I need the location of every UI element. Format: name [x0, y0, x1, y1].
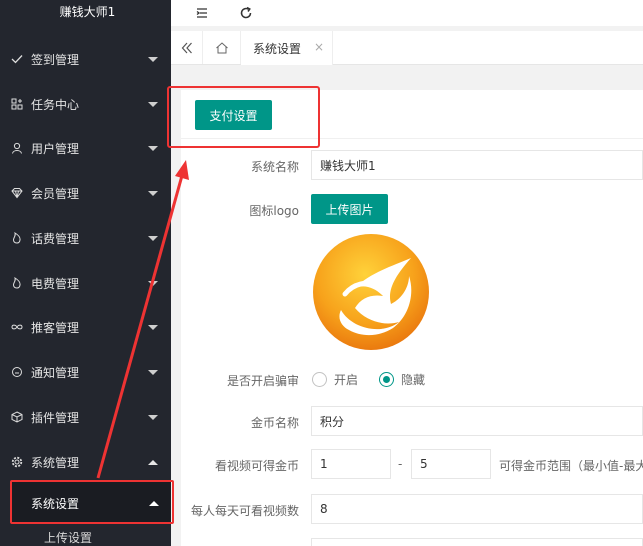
annotation-arrow — [96, 160, 189, 479]
